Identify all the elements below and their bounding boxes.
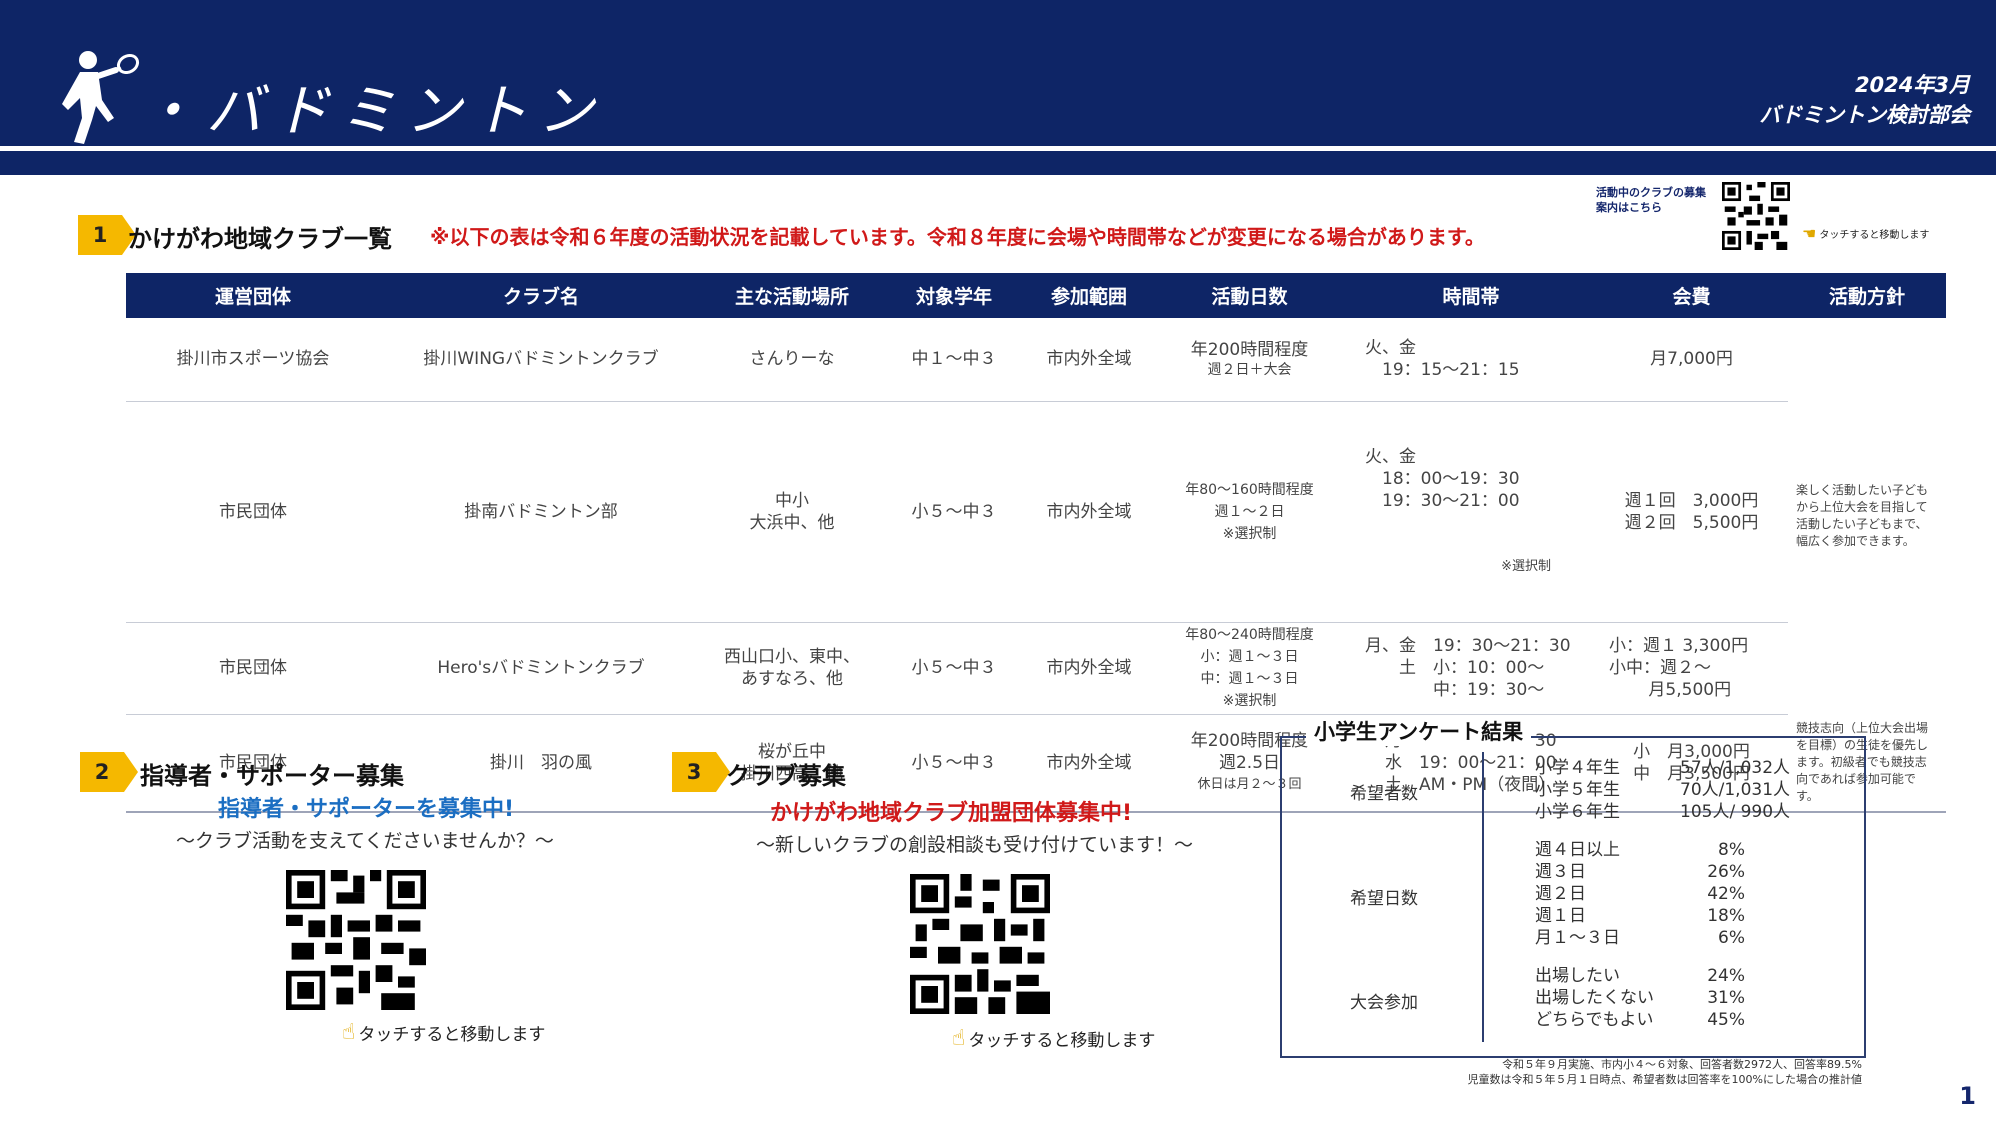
cell-days: 年80～160時間程度 週１～２日 ※選択制 [1152,401,1347,623]
survey-title: 小学生アンケート結果 [1306,716,1532,746]
club-recruit-qr-code[interactable] [910,874,1050,1014]
touch-hint-text: タッチすると移動します [358,1025,546,1045]
survey-row: 週３日 26% [1535,862,1745,882]
cell-time: 火、金 19：15～21：15 [1347,318,1595,402]
header-org: バドミントン検討部会 [1759,103,1970,127]
cell-fee: 小：週１ 3,300円 小中：週２～ 月5,500円 [1595,622,1788,715]
section-2-headline: 指導者・サポーターを募集中! [218,797,515,822]
club-table: 運営団体 クラブ名 主な活動場所 対象学年 参加範囲 活動日数 時間帯 会費 活… [126,273,1946,813]
cell-range: 市内外全域 [1026,318,1152,402]
section-2-number: 2 [80,752,138,792]
cell-place: 西山口小、東中、 あすなろ、他 [702,622,882,715]
supporter-qr-code[interactable] [286,870,426,1010]
cell-policy-1: 楽しく活動したい子どもから上位大会を目指して活動したい子どもまで、幅広く参加でき… [1796,483,1929,548]
survey-row: 小学５年生 70人/1,031人 [1535,780,1791,800]
col-header-grade: 対象学年 [882,273,1026,318]
table-header-row: 運営団体 クラブ名 主な活動場所 対象学年 参加範囲 活動日数 時間帯 会費 活… [126,273,1946,318]
col-header-place: 主な活動場所 [702,273,882,318]
cell-time: 月、金 19：30～21：30 土 小：10：00～ 中：19：30～ [1347,622,1595,715]
table-row: 掛川市スポーツ協会 掛川WINGバドミントンクラブ さんりーな 中１～中３ 市内… [126,318,1946,548]
survey-footnote-2: 児童数は令和５年５月１日時点、希望者数は回答率を100%にした場合の推計値 [1467,1073,1862,1086]
section-1-number: 1 [78,215,136,255]
cell-club: 掛川WINGバドミントンクラブ [380,318,702,402]
touch-hint-text: タッチすると移動します [968,1031,1156,1051]
cell-days: 年80～240時間程度 小：週１～３日 中：週１～３日 ※選択制 [1152,622,1347,715]
table-notice: ※以下の表は令和６年度の活動状況を記載しています。令和８年度に会場や時間帯などが… [430,225,1485,249]
col-header-policy: 活動方針 [1788,273,1946,318]
cell-grade: 小５～中３ [882,401,1026,623]
section-3-headline: かけがわ地域クラブ加盟団体募集中! [770,801,1133,826]
survey-row: 週１日 18% [1535,906,1745,926]
cell-fee: 週１回 3,000円 週２回 5,500円 [1595,401,1788,623]
cell-fee: 月7,000円 [1595,318,1788,402]
survey-row: 出場したくない 31% [1535,988,1745,1008]
survey-row: 月１～３日 6% [1535,928,1745,948]
hand-pointer-icon: ☚ [1802,224,1817,243]
cell-place: さんりーな [702,318,882,402]
survey-label-days: 希望日数 [1350,889,1418,909]
cell-org: 市民団体 [126,622,380,715]
recruit-qr-code[interactable] [1722,182,1790,250]
cell-org: 市民団体 [126,401,380,623]
cell-time: 火、金 18：00～19：30 19：30～21：00 ※選択制 [1347,401,1595,623]
page-number: 1 [1959,1082,1976,1110]
section-2-title: 指導者・サポーター募集 [140,762,404,790]
survey-divider [1482,752,1484,1042]
col-header-club: クラブ名 [380,273,702,318]
cell-org: 掛川市スポーツ協会 [126,318,380,402]
survey-row: 週４日以上 8% [1535,840,1745,860]
survey-row: 週２日 42% [1535,884,1745,904]
touch-hint-text: タッチすると移動します [1819,230,1930,241]
cell-club: Hero'sバドミントンクラブ [380,622,702,715]
col-header-days: 活動日数 [1152,273,1347,318]
survey-footnote-1: 令和５年９月実施、市内小４～６対象、回答者数2972人、回答率89.5% [1502,1058,1862,1071]
col-header-fee: 会費 [1595,273,1788,318]
table-row: 市民団体 Hero'sバドミントンクラブ 西山口小、東中、 あすなろ、他 小５～中… [126,622,1946,715]
cell-range: 市内外全域 [1026,622,1152,715]
survey-row: 出場したい 24% [1535,966,1745,986]
col-header-range: 参加範囲 [1026,273,1152,318]
page-title: ・バドミントン [140,79,604,144]
col-header-org: 運営団体 [126,273,380,318]
section-2-subtext: ～クラブ活動を支えてくださいませんか？～ [176,830,554,852]
table-row: 市民団体 掛南バドミントン部 中小 大浜中、他 小５～中３ 市内外全域 年80～1… [126,401,1946,623]
header-date: 2024年3月 [1854,73,1970,97]
hand-pointer-icon: ☝ [342,1020,356,1045]
col-header-time: 時間帯 [1347,273,1595,318]
header-meta: 2024年3月 バドミントン検討部会 [1759,70,1970,130]
survey-row: 小学６年生 105人/ 990人 [1535,802,1791,822]
survey-row: どちらでもよい 45% [1535,1010,1745,1030]
header-divider [0,146,1996,151]
cell-range: 市内外全域 [1026,401,1152,623]
cell-grade: 小５～中３ [882,622,1026,715]
cell-place: 中小 大浜中、他 [702,401,882,623]
recruit-touch-hint[interactable]: ☚ タッチすると移動します [1802,224,1929,243]
hand-pointer-icon: ☝ [952,1026,966,1051]
cell-club: 掛南バドミントン部 [380,401,702,623]
section-1-title: かけがわ地域クラブ一覧 [128,225,392,253]
club-recruit-touch-hint[interactable]: ☝ タッチすると移動します [952,1026,1155,1051]
section-3-number: 3 [672,752,730,792]
supporter-touch-hint[interactable]: ☝ タッチすると移動します [342,1020,545,1045]
survey-label-applicants: 希望者数 [1350,784,1418,804]
survey-row: 小学４年生 57人/1,032人 [1535,758,1791,778]
section-3-title: クラブ募集 [726,762,846,790]
cell-days: 年200時間程度 週２日＋大会 [1152,318,1347,402]
cell-grade: 中１～中３ [882,318,1026,402]
recruit-qr-label: 活動中のクラブの募集案内はこちら [1596,186,1706,214]
section-3-subtext: ～新しいクラブの創設相談も受け付けています！～ [756,834,1194,856]
survey-label-tournament: 大会参加 [1350,993,1418,1013]
